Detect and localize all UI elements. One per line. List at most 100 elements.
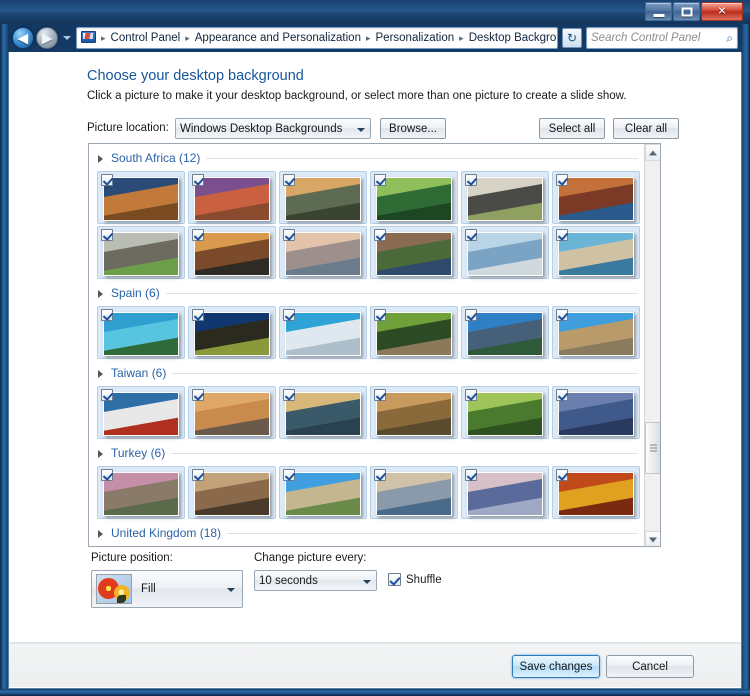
wallpaper-thumbnail-checkbox[interactable] (192, 229, 204, 241)
wallpaper-thumbnail[interactable] (279, 226, 367, 279)
breadcrumb-item-control-panel[interactable]: Control Panel (108, 30, 184, 46)
search-input[interactable]: Search Control Panel (591, 32, 726, 44)
wallpaper-thumbnail[interactable] (461, 226, 549, 279)
wallpaper-thumbnail[interactable] (461, 386, 549, 439)
wallpaper-thumbnail-checkbox[interactable] (374, 229, 386, 241)
wallpaper-thumbnail-checkbox[interactable] (374, 389, 386, 401)
wallpaper-thumbnail[interactable] (279, 466, 367, 519)
search-box[interactable]: Search Control Panel ⌕ (586, 27, 738, 49)
wallpaper-thumbnail-checkbox[interactable] (556, 469, 568, 481)
shuffle-checkbox-row[interactable]: Shuffle (388, 573, 442, 586)
collapse-triangle-icon[interactable] (98, 447, 108, 459)
wallpaper-thumbnail-checkbox[interactable] (101, 389, 113, 401)
wallpaper-thumbnail[interactable] (188, 171, 276, 224)
wallpaper-thumbnail[interactable] (188, 306, 276, 359)
wallpaper-thumbnail-checkbox[interactable] (556, 389, 568, 401)
wallpaper-thumbnail-checkbox[interactable] (192, 469, 204, 481)
wallpaper-thumbnail[interactable] (552, 386, 640, 439)
gallery-section-header-united-kingdom[interactable]: United Kingdom (18) (89, 522, 646, 544)
wallpaper-thumbnail[interactable] (552, 226, 640, 279)
wallpaper-thumbnail[interactable] (461, 171, 549, 224)
select-all-button[interactable]: Select all (539, 118, 605, 139)
wallpaper-thumbnail-checkbox[interactable] (101, 174, 113, 186)
back-button[interactable]: ◀ (12, 27, 34, 49)
minimize-button[interactable] (645, 2, 672, 21)
wallpaper-thumbnail-checkbox[interactable] (101, 309, 113, 321)
wallpaper-thumbnail-checkbox[interactable] (192, 389, 204, 401)
wallpaper-thumbnail[interactable] (97, 171, 185, 224)
wallpaper-thumbnail[interactable] (188, 466, 276, 519)
wallpaper-thumbnail-checkbox[interactable] (556, 309, 568, 321)
wallpaper-thumbnail[interactable] (552, 171, 640, 224)
address-bar[interactable]: ▸ Control Panel ▸ Appearance and Persona… (76, 27, 558, 49)
wallpaper-thumbnail-checkbox[interactable] (465, 469, 477, 481)
wallpaper-thumbnail[interactable] (370, 171, 458, 224)
maximize-button[interactable] (673, 2, 700, 21)
wallpaper-thumbnail-checkbox[interactable] (374, 469, 386, 481)
wallpaper-thumbnail-checkbox[interactable] (283, 174, 295, 186)
wallpaper-thumbnail-checkbox[interactable] (556, 229, 568, 241)
cancel-button[interactable]: Cancel (606, 655, 694, 678)
wallpaper-thumbnail-checkbox[interactable] (101, 229, 113, 241)
wallpaper-thumbnail[interactable] (97, 306, 185, 359)
wallpaper-thumbnail-checkbox[interactable] (374, 174, 386, 186)
wallpaper-thumbnail-checkbox[interactable] (283, 389, 295, 401)
clear-all-button[interactable]: Clear all (613, 118, 679, 139)
wallpaper-thumbnail[interactable] (461, 306, 549, 359)
picture-position-select[interactable]: Fill (91, 570, 243, 608)
breadcrumb-item-desktop-background[interactable]: Desktop Background (466, 30, 557, 46)
wallpaper-thumbnail[interactable] (552, 306, 640, 359)
gallery-vertical-scrollbar[interactable] (644, 144, 660, 546)
wallpaper-thumbnail[interactable] (461, 466, 549, 519)
wallpaper-thumbnail[interactable] (370, 226, 458, 279)
wallpaper-thumbnail-checkbox[interactable] (192, 174, 204, 186)
collapse-triangle-icon[interactable] (98, 367, 108, 379)
gallery-section-header-taiwan[interactable]: Taiwan (6) (89, 362, 646, 384)
wallpaper-thumbnail[interactable] (370, 306, 458, 359)
picture-location-select[interactable]: Windows Desktop Backgrounds (175, 118, 371, 139)
wallpaper-thumbnail[interactable] (97, 466, 185, 519)
wallpaper-thumbnail[interactable] (97, 386, 185, 439)
collapse-triangle-icon[interactable] (98, 287, 108, 299)
scroll-down-button[interactable] (645, 531, 660, 546)
wallpaper-thumbnail[interactable] (370, 386, 458, 439)
gallery-section-header-south-africa[interactable]: South Africa (12) (89, 147, 646, 169)
wallpaper-thumbnail-checkbox[interactable] (283, 469, 295, 481)
wallpaper-gallery-scroll[interactable]: South Africa (12) Spain (6) Taiwan (6) Turk… (89, 144, 646, 546)
wallpaper-thumbnail-checkbox[interactable] (101, 469, 113, 481)
wallpaper-thumbnail-checkbox[interactable] (465, 174, 477, 186)
wallpaper-thumbnail-checkbox[interactable] (465, 229, 477, 241)
wallpaper-thumbnail-checkbox[interactable] (283, 309, 295, 321)
wallpaper-thumbnail[interactable] (279, 171, 367, 224)
refresh-button[interactable]: ↻ (562, 28, 582, 48)
scrollbar-thumb[interactable] (645, 422, 660, 474)
wallpaper-thumbnail-checkbox[interactable] (374, 309, 386, 321)
wallpaper-thumbnail-checkbox[interactable] (465, 309, 477, 321)
wallpaper-thumbnail[interactable] (279, 306, 367, 359)
wallpaper-thumbnail[interactable] (188, 386, 276, 439)
breadcrumb-item-appearance[interactable]: Appearance and Personalization (192, 30, 364, 46)
wallpaper-thumbnail-checkbox[interactable] (556, 174, 568, 186)
wallpaper-thumbnail-checkbox[interactable] (192, 309, 204, 321)
wallpaper-thumbnail[interactable] (552, 466, 640, 519)
browse-button[interactable]: Browse... (380, 118, 446, 139)
wallpaper-thumbnail[interactable] (97, 226, 185, 279)
scroll-up-button[interactable] (645, 144, 660, 161)
wallpaper-thumbnail-checkbox[interactable] (465, 389, 477, 401)
gallery-section-header-spain[interactable]: Spain (6) (89, 282, 646, 304)
wallpaper-thumbnail-checkbox[interactable] (283, 229, 295, 241)
collapse-triangle-icon[interactable] (98, 152, 108, 164)
shuffle-checkbox[interactable] (388, 573, 401, 586)
gallery-section-header-turkey[interactable]: Turkey (6) (89, 442, 646, 464)
wallpaper-thumbnail[interactable] (279, 386, 367, 439)
forward-button[interactable]: ▶ (36, 27, 58, 49)
save-changes-button[interactable]: Save changes (512, 655, 600, 678)
collapse-triangle-icon[interactable] (98, 527, 108, 539)
breadcrumb-item-personalization[interactable]: Personalization (373, 30, 458, 46)
title-bar[interactable]: ✕ (0, 0, 750, 24)
wallpaper-thumbnail[interactable] (188, 226, 276, 279)
wallpaper-thumbnail[interactable] (370, 466, 458, 519)
recent-pages-chevron-down-icon[interactable] (61, 27, 72, 49)
close-button[interactable]: ✕ (701, 2, 743, 21)
change-picture-every-select[interactable]: 10 seconds (254, 570, 377, 591)
